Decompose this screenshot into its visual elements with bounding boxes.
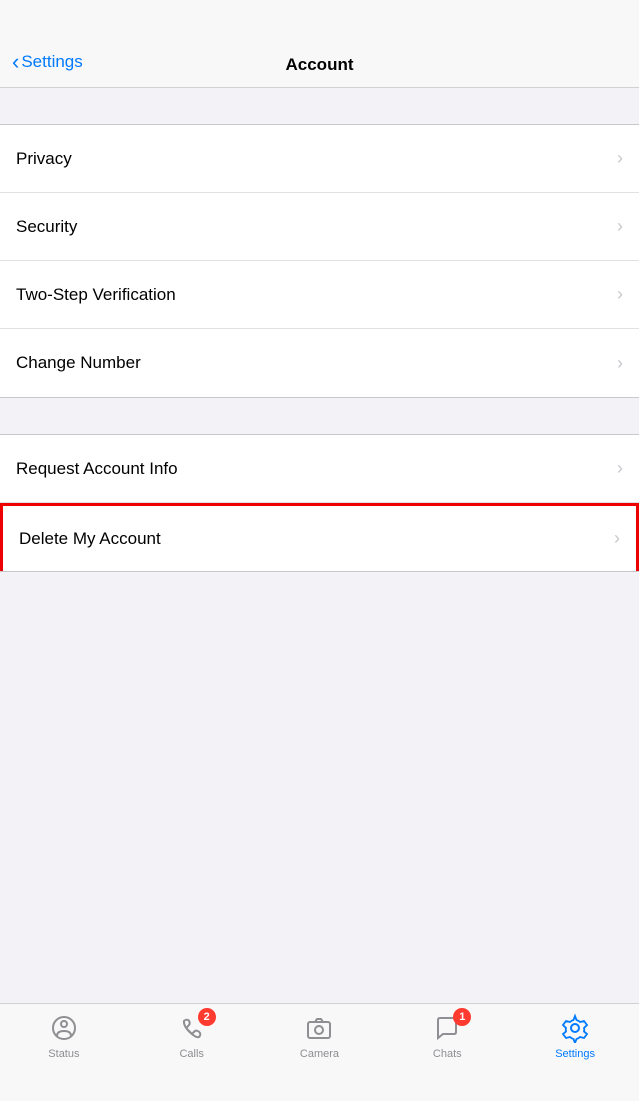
calls-icon-wrap: 2 <box>176 1012 208 1044</box>
settings-gear-icon <box>560 1013 590 1043</box>
request-account-info-item[interactable]: Request Account Info › <box>0 435 639 503</box>
camera-icon <box>305 1014 333 1042</box>
calls-tab-label: Calls <box>179 1048 203 1060</box>
status-icon <box>50 1014 78 1042</box>
delete-account-label: Delete My Account <box>19 529 161 549</box>
tab-camera[interactable]: Camera <box>256 1012 384 1060</box>
request-account-info-chevron-icon: › <box>617 458 623 479</box>
settings-group-1: Privacy › Security › Two-Step Verificati… <box>0 124 639 398</box>
settings-icon-wrap <box>559 1012 591 1044</box>
camera-icon-wrap <box>303 1012 335 1044</box>
status-icon-wrap <box>48 1012 80 1044</box>
request-account-info-label: Request Account Info <box>16 459 178 479</box>
tab-chats[interactable]: 1 Chats <box>383 1012 511 1060</box>
privacy-chevron-icon: › <box>617 148 623 169</box>
security-chevron-icon: › <box>617 216 623 237</box>
tab-status[interactable]: Status <box>0 1012 128 1060</box>
navigation-bar: ‹ Settings Account <box>0 0 639 88</box>
delete-account-item[interactable]: Delete My Account › <box>0 503 639 571</box>
back-label: Settings <box>21 52 82 72</box>
tab-calls[interactable]: 2 Calls <box>128 1012 256 1060</box>
delete-account-chevron-icon: › <box>614 528 620 549</box>
change-number-chevron-icon: › <box>617 353 623 374</box>
privacy-item[interactable]: Privacy › <box>0 125 639 193</box>
settings-group-2: Request Account Info › Delete My Account… <box>0 434 639 572</box>
page-title: Account <box>286 55 354 75</box>
back-chevron-icon: ‹ <box>12 49 19 75</box>
change-number-label: Change Number <box>16 353 141 373</box>
privacy-label: Privacy <box>16 149 72 169</box>
chats-icon-wrap: 1 <box>431 1012 463 1044</box>
status-tab-label: Status <box>48 1048 79 1060</box>
security-item[interactable]: Security › <box>0 193 639 261</box>
camera-tab-label: Camera <box>300 1048 339 1060</box>
section-gap-middle <box>0 398 639 434</box>
tab-settings[interactable]: Settings <box>511 1012 639 1060</box>
section-gap-top <box>0 88 639 124</box>
two-step-verification-item[interactable]: Two-Step Verification › <box>0 261 639 329</box>
back-button[interactable]: ‹ Settings <box>0 49 83 75</box>
change-number-item[interactable]: Change Number › <box>0 329 639 397</box>
chats-tab-label: Chats <box>433 1048 462 1060</box>
settings-tab-label: Settings <box>555 1048 595 1060</box>
two-step-label: Two-Step Verification <box>16 285 176 305</box>
security-label: Security <box>16 217 77 237</box>
calls-badge: 2 <box>198 1008 216 1026</box>
chats-badge: 1 <box>453 1008 471 1026</box>
two-step-chevron-icon: › <box>617 284 623 305</box>
tab-bar: Status 2 Calls Camera 1 Chats <box>0 1003 639 1101</box>
